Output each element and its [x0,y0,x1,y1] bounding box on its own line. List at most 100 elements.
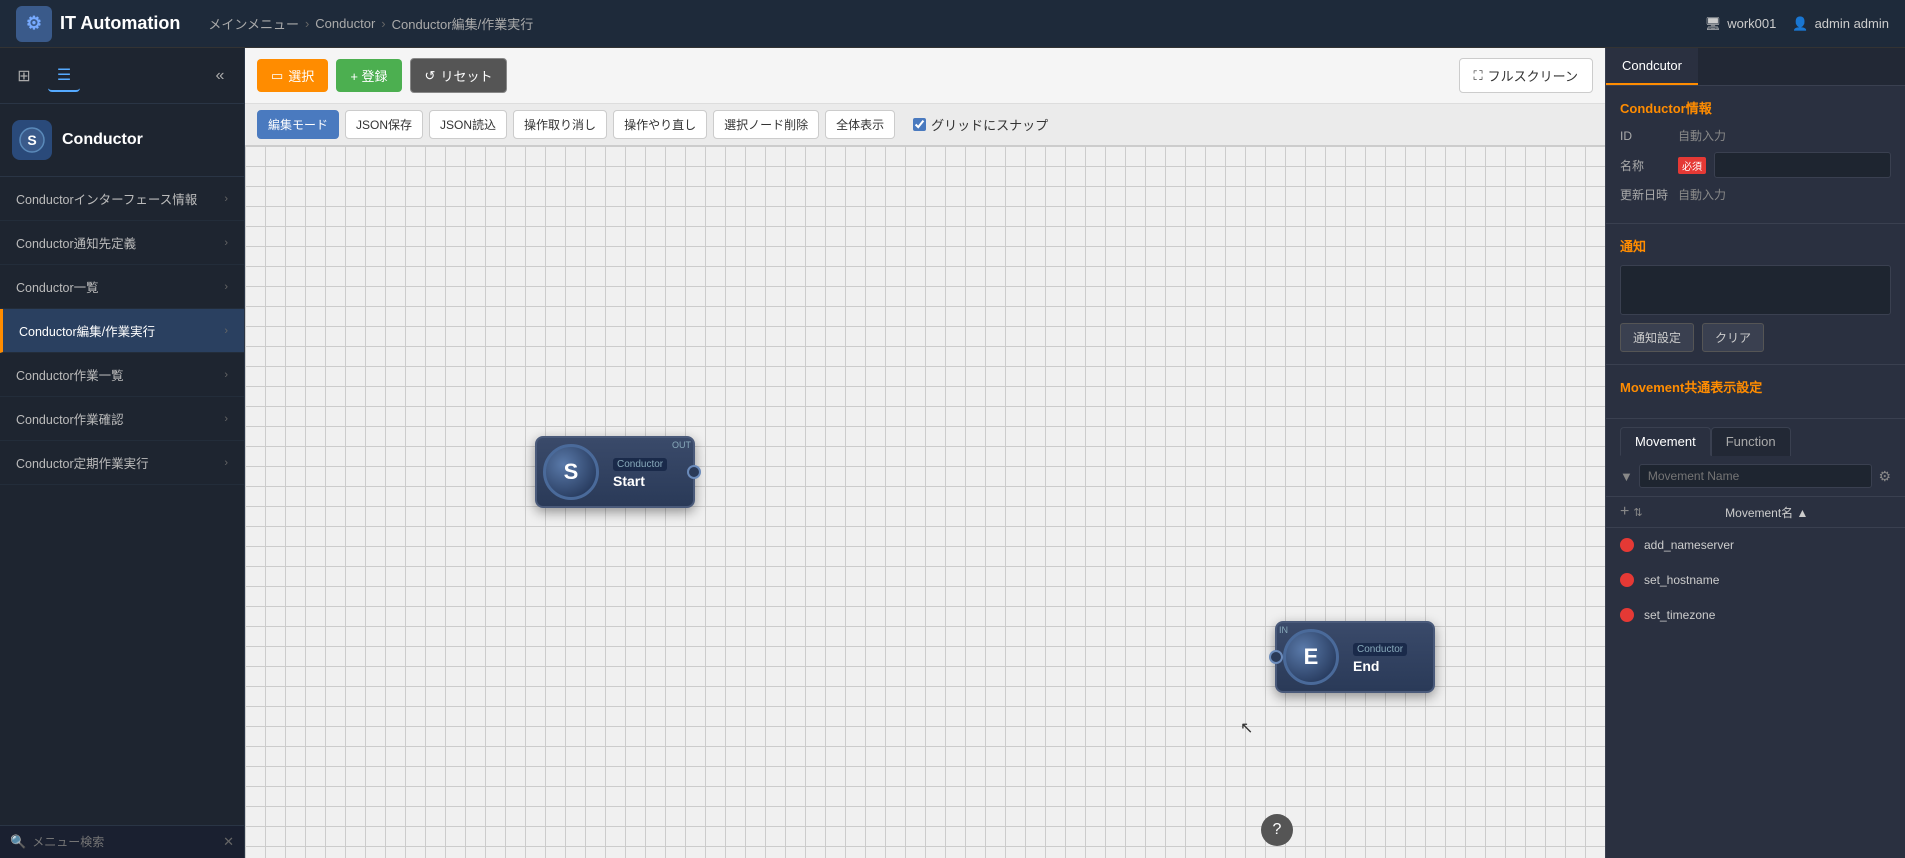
chevron-icon: › [224,457,228,469]
sidebar-item-work-list[interactable]: Conductor作業一覧 › [0,353,244,397]
sidebar-header: S Conductor [0,104,244,177]
breadcrumb-current: Conductor編集/作業実行 [392,14,534,33]
list-item[interactable]: add_nameserver [1606,528,1905,563]
conductor-info-title: Conductor情報 [1620,98,1891,117]
edit-mode-button[interactable]: 編集モード [257,110,339,139]
sidebar-item-notification-dest-label: Conductor通知先定義 [16,233,136,252]
reset-button[interactable]: ↺ リセット [410,58,508,93]
list-item[interactable]: set_hostname [1606,563,1905,598]
breadcrumb-home[interactable]: メインメニュー [208,14,299,33]
sidebar-item-list[interactable]: Conductor一覧 › [0,265,244,309]
start-port-out[interactable] [687,465,701,479]
chevron-icon: › [224,237,228,249]
select-icon: ▭ [271,68,283,84]
sidebar-top: ⊞ ☰ « [0,48,244,104]
add-movement-icon[interactable]: + [1620,503,1629,521]
clear-button[interactable]: クリア [1702,323,1764,352]
end-node-info: Conductor End [1345,636,1433,678]
conductor-start-node[interactable]: S Conductor Start OUT [535,436,695,508]
redo-button[interactable]: 操作やり直し [613,110,707,139]
canvas-grid [245,146,1605,858]
start-node-letter: S [564,459,579,485]
sidebar-grid-icon[interactable]: ⊞ [8,60,40,92]
sidebar-item-notification-dest[interactable]: Conductor通知先定義 › [0,221,244,265]
movement-sort-icon-left: ⇅ [1633,506,1642,519]
search-icon: 🔍 [10,834,26,850]
svg-text:S: S [27,132,36,148]
movement-display-title: Movement共通表示設定 [1620,377,1891,396]
edit-mode-label: 編集モード [268,116,328,133]
name-input[interactable] [1714,152,1891,178]
breadcrumb: メインメニュー › Conductor › Conductor編集/作業実行 [208,14,533,33]
snap-checkbox-label[interactable]: グリッドにスナップ [913,115,1048,134]
chevron-icon: › [224,281,228,293]
movement-tab[interactable]: Movement [1620,427,1711,456]
json-load-label: JSON読込 [440,116,496,133]
sidebar-item-list-label: Conductor一覧 [16,277,99,296]
json-save-button[interactable]: JSON保存 [345,110,423,139]
sidebar-item-scheduled[interactable]: Conductor定期作業実行 › [0,441,244,485]
right-panel: Condcutor Conductor情報 ID 自動入力 名称 必須 更新日時… [1605,48,1905,858]
conductor-end-node[interactable]: E Conductor End IN [1275,621,1435,693]
fullscreen-icon: ⛶ [1474,68,1483,84]
start-node-card[interactable]: S Conductor Start OUT [535,436,695,508]
breadcrumb-sep1: › [305,16,309,31]
show-all-button[interactable]: 全体表示 [825,110,895,139]
sidebar-title: Conductor [62,131,143,149]
sidebar-item-interface[interactable]: Conductorインターフェース情報 › [0,177,244,221]
snap-checkbox[interactable] [913,118,926,131]
movement-search-input[interactable] [1639,464,1873,488]
search-input[interactable] [32,835,217,849]
undo-button[interactable]: 操作取り消し [513,110,607,139]
field-updated: 更新日時 自動入力 [1620,186,1891,203]
sidebar-item-work-confirm[interactable]: Conductor作業確認 › [0,397,244,441]
navbar: ⚙ IT Automation メインメニュー › Conductor › Co… [0,0,1905,48]
panel-tab-conductor[interactable]: Condcutor [1606,48,1698,85]
field-updated-label: 更新日時 [1620,186,1670,203]
search-clear-icon[interactable]: ✕ [223,834,234,850]
list-item[interactable]: set_timezone [1606,598,1905,633]
sidebar-list-icon[interactable]: ☰ [48,60,80,92]
delete-node-label: 選択ノード削除 [724,116,808,133]
movement-search-row: ▼ ⚙ [1606,456,1905,497]
canvas-area[interactable]: S Conductor Start OUT E [245,146,1605,858]
function-tab[interactable]: Function [1711,427,1791,456]
movement-col-header[interactable]: Movement名 ▲ [1643,504,1891,521]
start-node-circle: S [543,444,599,500]
sidebar-collapse-icon[interactable]: « [204,60,236,92]
sidebar-item-work-confirm-label: Conductor作業確認 [16,409,124,428]
reset-label: リセット [440,66,492,85]
start-node-label-main: Start [613,473,685,489]
end-port-in[interactable] [1269,650,1283,664]
delete-node-button[interactable]: 選択ノード削除 [713,110,819,139]
breadcrumb-sep2: › [381,16,385,31]
sidebar-menu: Conductorインターフェース情報 › Conductor通知先定義 › C… [0,177,244,825]
select-button[interactable]: ▭ 選択 [257,59,328,92]
app-logo: ⚙ IT Automation [16,6,180,42]
json-load-button[interactable]: JSON読込 [429,110,507,139]
chevron-icon: › [224,193,228,205]
notify-settings-button[interactable]: 通知設定 [1620,323,1694,352]
end-node-circle: E [1283,629,1339,685]
field-name: 名称 必須 [1620,152,1891,178]
sidebar-item-work-list-label: Conductor作業一覧 [16,365,124,384]
sidebar-item-edit[interactable]: Conductor編集/作業実行 › [0,309,244,353]
register-button[interactable]: + 登録 [336,59,401,92]
field-id-value: 自動入力 [1678,127,1726,144]
fullscreen-button[interactable]: ⛶ フルスクリーン [1459,58,1593,93]
sidebar-item-scheduled-label: Conductor定期作業実行 [16,453,149,472]
app-title: IT Automation [60,13,180,34]
help-button[interactable]: ? [1261,814,1293,846]
end-node-card[interactable]: E Conductor End IN [1275,621,1435,693]
end-in-label: IN [1279,625,1288,635]
start-node-label-top: Conductor [613,458,667,471]
undo-label: 操作取り消し [524,116,596,133]
sidebar-item-interface-label: Conductorインターフェース情報 [16,189,197,208]
sidebar-search: 🔍 ✕ [0,825,244,858]
movement-settings-icon[interactable]: ⚙ [1878,468,1891,485]
movement-dot-1 [1620,538,1634,552]
panel-tab-bar: Condcutor [1606,48,1905,86]
breadcrumb-conductor[interactable]: Conductor [315,16,375,31]
user-info: 👤 admin admin [1792,16,1889,32]
field-id: ID 自動入力 [1620,127,1891,144]
